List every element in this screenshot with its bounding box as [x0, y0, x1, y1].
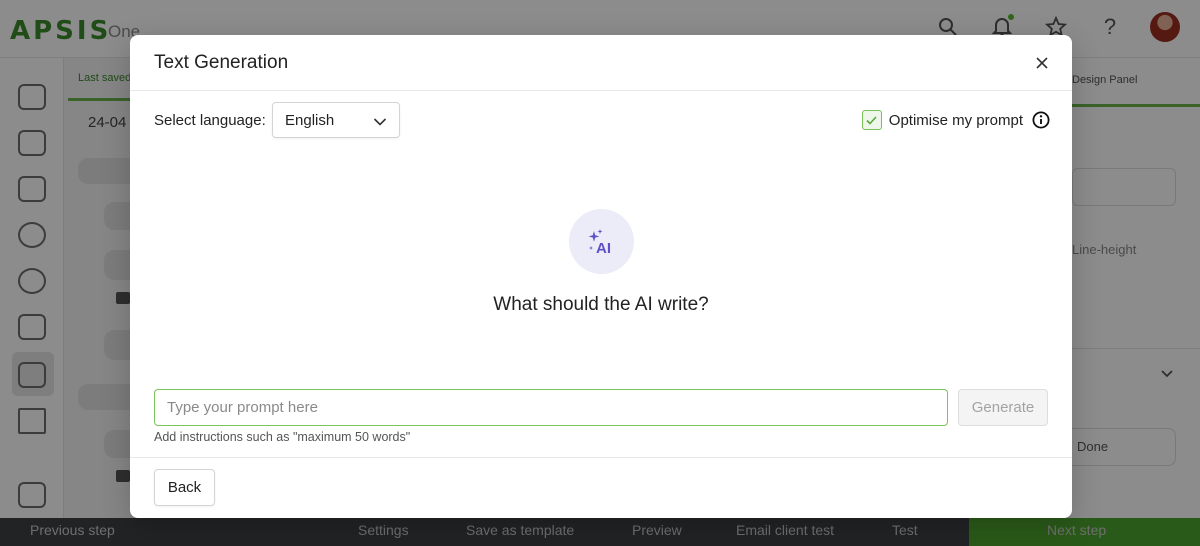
prompt-hint: Add instructions such as "maximum 50 wor… — [154, 430, 411, 444]
language-select[interactable]: English — [272, 102, 400, 138]
generate-button[interactable]: Generate — [958, 389, 1048, 426]
optimise-prompt-label[interactable]: Optimise my prompt — [889, 112, 1023, 129]
dialog-header: Text Generation — [130, 35, 1072, 91]
ai-sparkle-icon: AI — [588, 228, 611, 256]
language-select-value: English — [285, 112, 335, 129]
optimise-prompt-checkbox[interactable] — [861, 110, 882, 130]
text-generation-dialog: Text Generation Select language: English… — [130, 35, 1072, 518]
info-icon[interactable] — [1032, 111, 1050, 129]
prompt-input[interactable] — [154, 389, 948, 426]
back-button[interactable]: Back — [154, 469, 215, 506]
dialog-title: Text Generation — [154, 52, 289, 73]
close-icon[interactable] — [1030, 51, 1054, 75]
ai-sparkle-badge: AI — [569, 209, 634, 274]
ai-question-heading: What should the AI write? — [493, 294, 709, 315]
optimise-prompt-option: Optimise my prompt — [861, 109, 1050, 131]
dialog-footer-divider — [130, 457, 1072, 458]
ai-badge-text: AI — [596, 240, 611, 256]
language-label: Select language: — [154, 112, 266, 129]
chevron-down-icon — [373, 114, 387, 132]
